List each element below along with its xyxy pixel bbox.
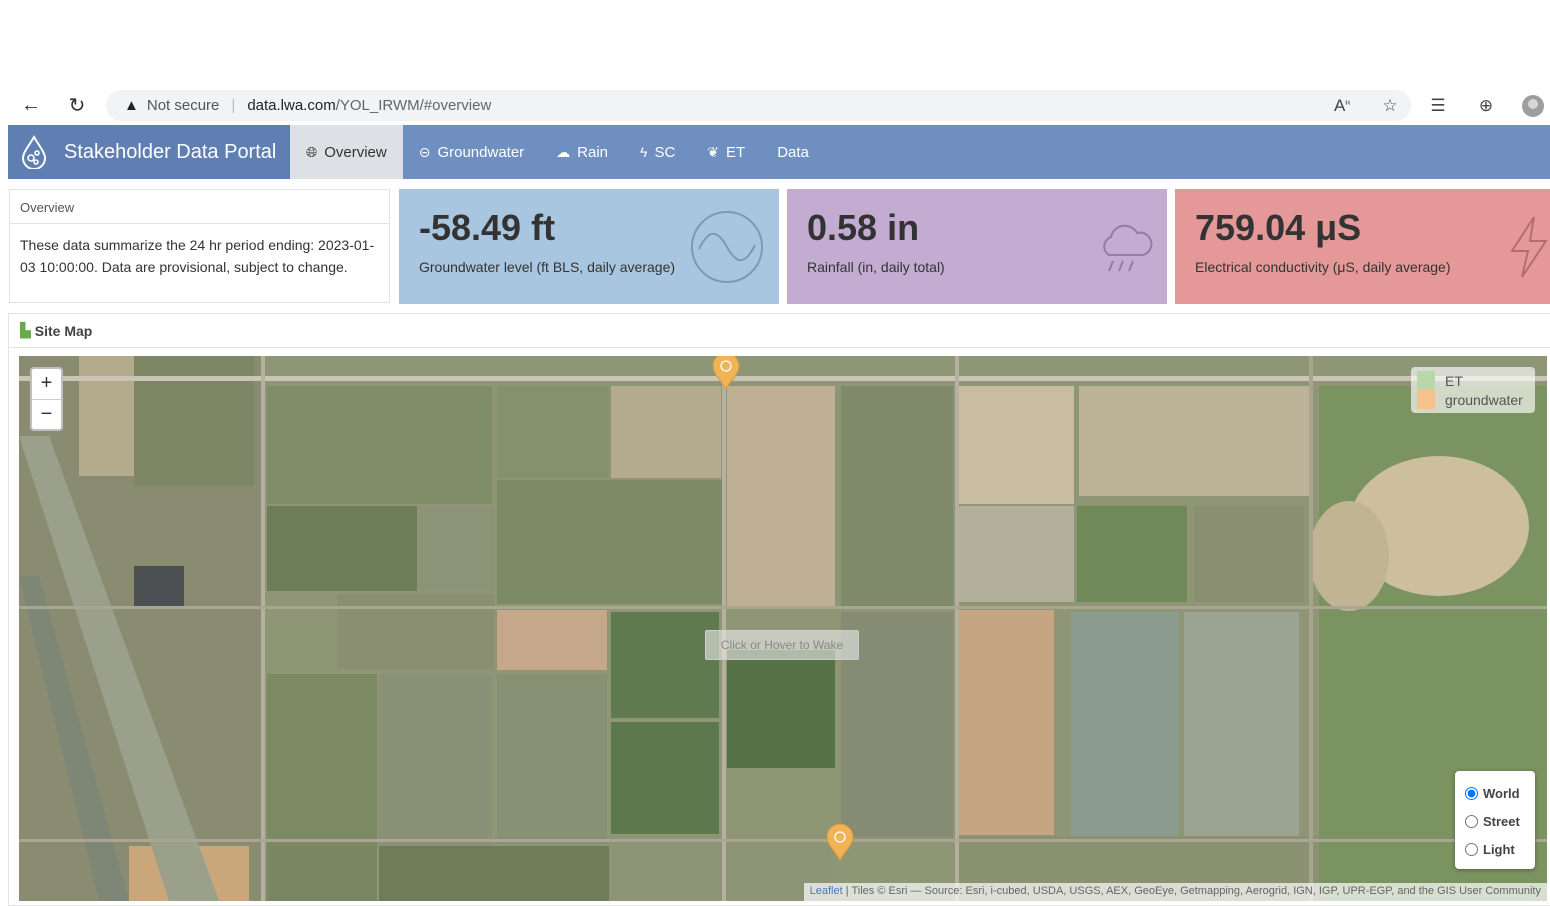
zoom-in-button[interactable]: + bbox=[32, 369, 61, 399]
rainfall-value: 0.58 in bbox=[807, 207, 920, 248]
collections-icon[interactable]: ⊕ bbox=[1462, 96, 1510, 116]
favorites-icon[interactable]: ☰ bbox=[1414, 96, 1462, 116]
groundwater-marker-icon[interactable] bbox=[825, 823, 855, 861]
tab-sc[interactable]: ϟ SC bbox=[624, 125, 691, 179]
wave-icon: ⊝ bbox=[418, 143, 431, 160]
tab-overview[interactable]: 🌐︎ Overview bbox=[290, 125, 403, 179]
favorite-add-icon[interactable]: ☆ bbox=[1366, 96, 1414, 116]
rainfall-metric-card: 0.58 in Rainfall (in, daily total) bbox=[787, 189, 1167, 304]
layer-label: Light bbox=[1483, 841, 1515, 857]
refresh-icon[interactable]: ↻ bbox=[54, 87, 100, 124]
wake-overlay[interactable]: Click or Hover to Wake bbox=[705, 630, 859, 660]
legend-label: ET bbox=[1445, 372, 1463, 389]
legend-swatch-et bbox=[1417, 371, 1435, 390]
zoom-control: + − bbox=[30, 367, 63, 431]
overview-heading: Overview bbox=[10, 190, 389, 224]
site-map-title: Site Map bbox=[34, 322, 93, 339]
layer-radio-light[interactable] bbox=[1465, 842, 1478, 856]
layer-label: Street bbox=[1483, 813, 1520, 829]
browser-toolbar: ← ↻ ▲ Not secure | data.lwa.com/YOL_IRWM… bbox=[0, 87, 1550, 124]
read-aloud-icon[interactable]: Aⲛ bbox=[1318, 96, 1366, 116]
layer-label: World bbox=[1483, 785, 1520, 801]
map-icon: ▙ bbox=[20, 322, 31, 338]
conductivity-metric-card: 759.04 μS Electrical conductivity (μS, d… bbox=[1175, 189, 1550, 304]
rain-icon: ☁︎ bbox=[556, 143, 571, 160]
tab-label: Rain bbox=[577, 143, 609, 161]
brand[interactable]: Stakeholder Data Portal bbox=[8, 125, 290, 179]
back-arrow-icon[interactable]: ← bbox=[8, 87, 54, 124]
groundwater-metric-card: -58.49 ft Groundwater level (ft BLS, dai… bbox=[399, 189, 779, 304]
tab-label: SC bbox=[654, 143, 676, 161]
app-title: Stakeholder Data Portal bbox=[64, 140, 277, 163]
tab-label: ET bbox=[726, 143, 746, 161]
aerial-imagery bbox=[19, 356, 1547, 901]
rain-cloud-icon bbox=[1103, 224, 1153, 272]
site-map-header: ▙ Site Map bbox=[9, 314, 1550, 348]
water-drop-logo-icon bbox=[21, 135, 47, 169]
leaflet-link[interactable]: Leaflet bbox=[810, 885, 843, 897]
tab-label: Overview bbox=[324, 143, 387, 161]
legend-swatch-groundwater bbox=[1417, 390, 1435, 409]
tab-et[interactable]: ❦ ET bbox=[691, 125, 761, 179]
browser-actions: Aⲛ ☆ ☰ ⊕ bbox=[1318, 87, 1550, 124]
base-layer-control: World Street Light bbox=[1455, 771, 1535, 869]
security-label: Not secure bbox=[146, 97, 220, 114]
tab-groundwater[interactable]: ⊝ Groundwater bbox=[403, 125, 540, 179]
wave-icon bbox=[691, 211, 763, 283]
overview-card: Overview These data summarize the 24 hr … bbox=[9, 189, 390, 303]
layer-option-world[interactable]: World bbox=[1465, 779, 1525, 807]
legend-item-et: ET bbox=[1417, 371, 1529, 390]
address-separator: | bbox=[231, 97, 236, 114]
top-gap bbox=[0, 0, 1550, 87]
legend-item-groundwater: groundwater bbox=[1417, 390, 1529, 409]
rainfall-label: Rainfall (in, daily total) bbox=[807, 259, 945, 275]
tab-data[interactable]: Data bbox=[761, 125, 825, 179]
attribution-text: | Tiles © Esri — Source: Esri, i-cubed, … bbox=[842, 885, 1541, 897]
site-map-panel: ▙ Site Map + − ET groundwater Click or H… bbox=[8, 313, 1550, 906]
summary-cards: Overview These data summarize the 24 hr … bbox=[8, 189, 1550, 304]
map-legend: ET groundwater bbox=[1411, 367, 1535, 413]
layer-radio-street[interactable] bbox=[1465, 814, 1478, 828]
map-attribution: Leaflet | Tiles © Esri — Source: Esri, i… bbox=[803, 883, 1547, 901]
zoom-out-button[interactable]: − bbox=[32, 399, 61, 429]
tab-label: Data bbox=[777, 143, 809, 161]
groundwater-marker-icon[interactable] bbox=[711, 356, 741, 390]
tab-label: Groundwater bbox=[437, 143, 525, 161]
profile-avatar[interactable] bbox=[1522, 94, 1544, 117]
conductivity-value: 759.04 μS bbox=[1195, 207, 1362, 248]
leaf-icon: ❦ bbox=[707, 143, 720, 160]
bolt-icon: ϟ bbox=[640, 144, 648, 160]
overview-text: These data summarize the 24 hr period en… bbox=[20, 237, 375, 275]
tab-rain[interactable]: ☁︎ Rain bbox=[540, 125, 624, 179]
warning-icon: ▲ bbox=[124, 97, 139, 114]
layer-option-light[interactable]: Light bbox=[1465, 835, 1525, 863]
layer-radio-world[interactable] bbox=[1465, 786, 1478, 800]
map-canvas[interactable]: + − ET groundwater Click or Hover to Wak… bbox=[19, 356, 1547, 901]
lightning-bolt-icon bbox=[1510, 216, 1548, 278]
address-bar[interactable]: ▲ Not secure | data.lwa.com/YOL_IRWM/#ov… bbox=[106, 90, 1411, 121]
layer-option-street[interactable]: Street bbox=[1465, 807, 1525, 835]
conductivity-label: Electrical conductivity (μS, daily avera… bbox=[1195, 259, 1451, 275]
url-text: data.lwa.com/YOL_IRWM/#overview bbox=[247, 97, 491, 114]
url-host: data.lwa.com bbox=[247, 97, 336, 114]
globe-icon: 🌐︎ bbox=[306, 143, 318, 160]
app-navbar: Stakeholder Data Portal 🌐︎ Overview ⊝ Gr… bbox=[8, 125, 1550, 179]
legend-label: groundwater bbox=[1445, 391, 1523, 408]
url-path: /YOL_IRWM/#overview bbox=[335, 97, 492, 114]
